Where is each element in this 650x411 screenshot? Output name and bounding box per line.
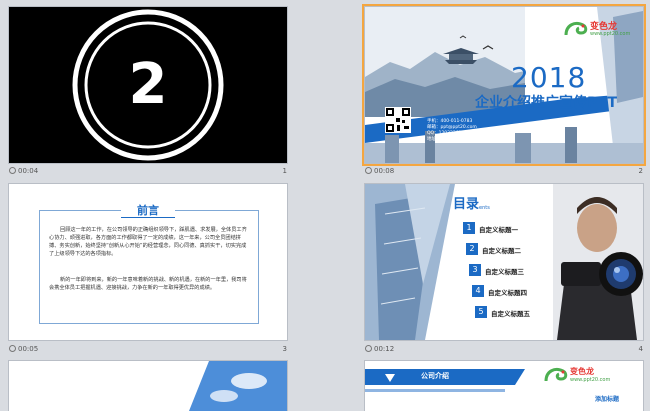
slide-4-meta: 00:12 4 <box>365 345 643 357</box>
slide-1-thumbnail[interactable]: 2 <box>9 7 287 163</box>
slide-1-time: 00:04 <box>18 167 39 175</box>
contents-title: 目录 <box>453 197 480 212</box>
chameleon-logo-icon <box>544 367 568 382</box>
item-label: 自定义标题四 <box>488 289 527 297</box>
slide-3-time: 00:05 <box>18 345 39 353</box>
contact-line: 地址：... <box>427 137 445 142</box>
logo-url: www.ppt20.com <box>570 377 611 383</box>
slide-2-thumbnail[interactable]: 变色龙 www.ppt20.com 2018 企业介绍推广宣传PPT 手机：40… <box>362 4 646 166</box>
timer-icon <box>365 345 372 352</box>
item-number-badge: 4 <box>472 285 484 297</box>
item-label: 自定义标题一 <box>479 226 518 234</box>
timer-icon <box>365 167 372 174</box>
section-title: 公司介绍 <box>421 372 449 380</box>
sub-label: 添加标题 <box>595 396 620 403</box>
logo-text: 变色龙 <box>570 367 594 376</box>
logo: 变色龙 www.ppt20.com <box>543 365 623 387</box>
chameleon-logo-icon <box>564 21 588 36</box>
item-label: 自定义标题三 <box>485 268 524 276</box>
slide-5-sky-art <box>189 361 287 411</box>
foreword-heading: 前言 <box>121 202 175 218</box>
slide-3-meta: 00:05 3 <box>9 345 287 357</box>
foreword-para-2: 新的一年即将到来，新的一年意味着新的挑战、新的机遇，在新的一年里，我司将会携全体… <box>49 277 247 291</box>
logo: 变色龙 www.ppt20.com <box>563 17 635 41</box>
slide-3-thumbnail[interactable]: 前言 回顾这一年的工作，在公司领导的正确组织领导下，踩肌遇、求发展，全体员工齐心… <box>9 184 287 340</box>
foreword-para-1: 回顾这一年的工作，在公司领导的正确组织领导下，踩肌遇、求发展，全体员工齐心协力、… <box>49 227 247 257</box>
item-number-badge: 1 <box>463 222 475 234</box>
slide-2-meta: 00:08 2 <box>365 167 643 179</box>
slide-3-number: 3 <box>282 345 287 353</box>
down-triangle-icon <box>385 374 395 382</box>
contents-list: 1 自定义标题一 2 自定义标题二 3 自定义标题三 4 自定义标题四 5 自定… <box>463 222 573 332</box>
slide-1-big-digit: 2 <box>128 52 168 117</box>
item-number-badge: 2 <box>466 243 478 255</box>
slide-2-year: 2018 <box>511 61 587 94</box>
timer-icon <box>9 345 16 352</box>
slide-4-number: 4 <box>638 345 643 353</box>
contents-subtitle: ents <box>479 205 490 211</box>
item-number-badge: 5 <box>475 306 487 318</box>
slide-1-meta: 00:04 1 <box>9 167 287 179</box>
slide-1-number: 1 <box>282 167 287 175</box>
slide-6-thumbnail[interactable]: 公司介绍 变色龙 www.ppt20.com 添加标题 <box>365 361 643 411</box>
qr-code-icon <box>385 107 411 133</box>
item-number-badge: 3 <box>469 264 481 276</box>
item-label: 自定义标题五 <box>491 310 530 318</box>
heading-rule <box>121 217 175 218</box>
slide-2-time: 00:08 <box>374 167 395 175</box>
slide-4-time: 00:12 <box>374 345 395 353</box>
slide-2-title: 企业介绍推广宣传PPT <box>475 95 618 111</box>
slide-4-thumbnail[interactable]: 目录 ents 1 自定义标题一 2 自定义标题二 3 自定义标题三 4 自定义… <box>365 184 643 340</box>
logo-url: www.ppt20.com <box>590 31 631 37</box>
timer-icon <box>9 167 16 174</box>
slide-2-number: 2 <box>638 167 643 175</box>
item-label: 自定义标题二 <box>482 247 521 255</box>
slide-5-thumbnail[interactable] <box>9 361 287 411</box>
